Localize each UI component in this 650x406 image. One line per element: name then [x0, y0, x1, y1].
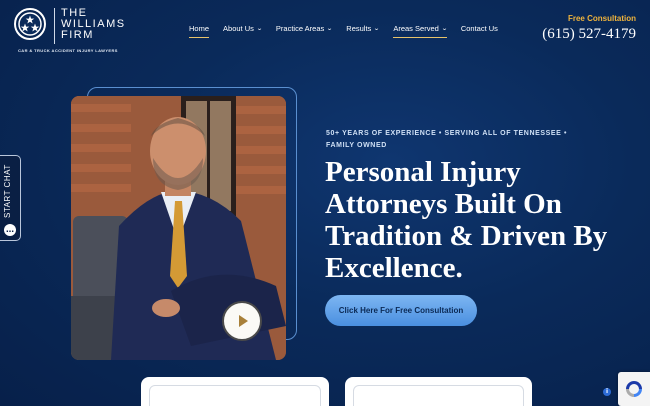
nav-item-label: About Us — [223, 24, 254, 33]
header-consultation: Free Consultation (615) 527-4179 — [542, 14, 636, 43]
chevron-down-icon: ⌄ — [326, 26, 334, 32]
nav-item-areas-served[interactable]: Areas Served ⌄ — [393, 24, 448, 38]
recaptcha-badge[interactable] — [618, 372, 650, 406]
info-icon[interactable]: i — [603, 388, 611, 396]
nav-item-label: Home — [189, 24, 210, 33]
start-chat-label: START CHAT — [3, 164, 12, 218]
nav-item-practice-areas[interactable]: Practice Areas ⌄ — [275, 24, 334, 38]
logo-name-line3: FIRM — [61, 29, 94, 41]
logo-tagline: CAR & TRUCK ACCIDENT INJURY LAWYERS — [18, 48, 118, 53]
nav-item-label: Results — [346, 24, 372, 33]
nav-item-results[interactable]: Results ⌄ — [346, 24, 381, 38]
hero-eyebrow: 50+ YEARS OF EXPERIENCE • SERVING ALL OF… — [326, 130, 568, 149]
feature-card — [345, 377, 532, 406]
chevron-down-icon: ⌄ — [373, 26, 381, 32]
nav-item-label: Contact Us — [460, 24, 498, 33]
nav-item-contact-us[interactable]: Contact Us — [461, 24, 498, 38]
play-video-button[interactable] — [222, 301, 262, 341]
site-header: THE WILLIAMS FIRM CAR & TRUCK ACCIDENT I… — [0, 0, 650, 62]
chevron-down-icon: ⌄ — [256, 26, 263, 32]
phone-link[interactable]: (615) 527-4179 — [542, 26, 636, 42]
nav-item-label: Practice Areas — [275, 24, 325, 33]
logo-divider — [54, 8, 55, 44]
feature-card-inner — [353, 385, 524, 406]
chevron-down-icon: ⌄ — [441, 26, 448, 32]
tennessee-tristar-icon — [14, 8, 46, 40]
logo[interactable]: THE WILLIAMS FIRM CAR & TRUCK ACCIDENT I… — [14, 8, 126, 53]
feature-card-inner — [149, 385, 321, 406]
start-chat-tab[interactable]: START CHAT … — [0, 155, 21, 241]
free-consultation-button[interactable]: Click Here For Free Consultation — [325, 295, 477, 326]
play-icon — [239, 315, 248, 327]
nav-item-about-us[interactable]: About Us ⌄ — [223, 24, 263, 38]
nav-item-home[interactable]: Home — [189, 24, 210, 38]
recaptcha-icon — [626, 381, 642, 397]
main-nav: Home About Us ⌄ Practice Areas ⌄ Results… — [189, 24, 512, 38]
free-consultation-label: Free Consultation — [567, 14, 636, 23]
chat-bubble-icon: … — [4, 224, 16, 236]
feature-card — [141, 377, 329, 406]
logo-wordmark: THE WILLIAMS FIRM — [61, 8, 126, 41]
nav-item-label: Areas Served — [393, 24, 439, 33]
hero-headline: Personal Injury Attorneys Built On Tradi… — [325, 156, 608, 284]
